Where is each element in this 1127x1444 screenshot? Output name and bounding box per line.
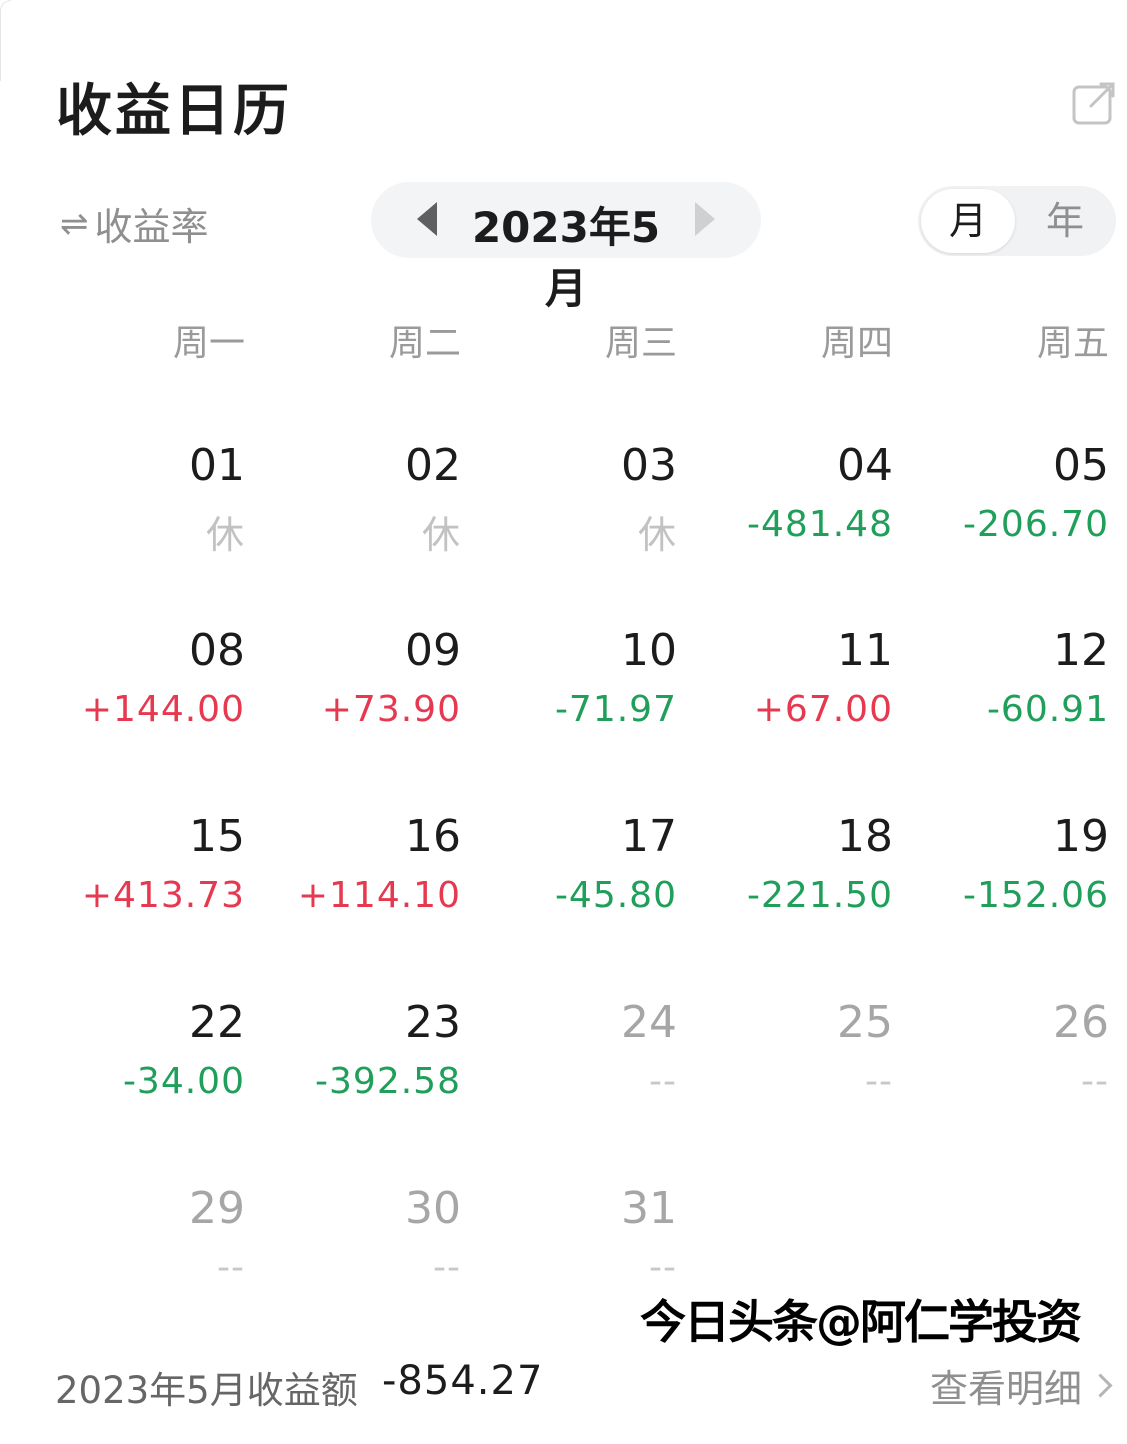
day-number[interactable]: 16 <box>261 811 461 862</box>
page-title: 收益日历 <box>56 79 292 144</box>
watermark: 今日头条@阿仁学投资 <box>640 1295 1082 1349</box>
current-month: 2023年5月 <box>471 203 661 313</box>
yield-rate-label: 收益率 <box>94 205 209 249</box>
segment-month[interactable]: 月 <box>921 189 1015 253</box>
day-profit-value: -392.58 <box>315 1061 461 1102</box>
day-number[interactable]: 02 <box>261 440 461 491</box>
weekday-label: 周一 <box>172 323 245 364</box>
swap-icon: ⇌ <box>60 203 89 244</box>
day-number[interactable]: 18 <box>693 811 893 862</box>
card-corner <box>0 0 11 81</box>
day-number[interactable]: 05 <box>909 440 1109 491</box>
day-number[interactable]: 23 <box>261 997 461 1048</box>
day-profit-value: 休 <box>637 513 677 557</box>
day-number[interactable]: 17 <box>477 811 677 862</box>
day-number[interactable]: 04 <box>693 440 893 491</box>
day-profit-value: -- <box>1081 1061 1109 1102</box>
day-number[interactable]: 15 <box>45 811 245 862</box>
day-number[interactable]: 19 <box>909 811 1109 862</box>
day-number[interactable]: 24 <box>477 997 677 1048</box>
total-label: 2023年5月收益额 <box>55 1369 358 1412</box>
day-profit-value: -481.48 <box>747 504 893 545</box>
weekday-label: 周三 <box>604 323 677 364</box>
day-number[interactable]: 31 <box>477 1183 677 1234</box>
day-profit-value: -71.97 <box>554 689 677 730</box>
day-number[interactable]: 30 <box>261 1183 461 1234</box>
day-profit-value: +73.90 <box>321 689 461 730</box>
view-details-label: 查看明细 <box>930 1367 1083 1411</box>
day-profit-value: +144.00 <box>81 689 245 730</box>
day-profit-value: -- <box>865 1061 893 1102</box>
day-number[interactable]: 10 <box>477 625 677 676</box>
day-profit-value: -- <box>433 1247 461 1288</box>
view-details-link[interactable]: 查看明细 <box>930 1358 1113 1413</box>
month-selector: 2023年5月 <box>371 182 761 313</box>
day-profit-value: -- <box>217 1247 245 1288</box>
segment-year[interactable]: 年 <box>1018 189 1112 253</box>
day-number[interactable]: 09 <box>261 625 461 676</box>
prev-month-icon[interactable] <box>417 202 437 236</box>
day-profit-value: 休 <box>205 513 245 557</box>
next-month-icon[interactable] <box>695 202 715 236</box>
day-profit-value: +114.10 <box>297 875 461 916</box>
day-profit-value: +413.73 <box>81 875 245 916</box>
day-number[interactable]: 29 <box>45 1183 245 1234</box>
chevron-right-icon <box>1088 1373 1113 1398</box>
day-profit-value: -60.91 <box>986 689 1109 730</box>
day-profit-value: 休 <box>421 513 461 557</box>
yield-rate-toggle[interactable]: ⇌ 收益率 <box>60 196 209 251</box>
period-segmented-control: 月 年 <box>918 186 1116 256</box>
day-number[interactable]: 12 <box>909 625 1109 676</box>
day-number[interactable]: 11 <box>693 625 893 676</box>
day-profit-value: -- <box>649 1061 677 1102</box>
day-profit-value: -- <box>649 1247 677 1288</box>
share-external-icon[interactable] <box>1071 80 1117 126</box>
day-number[interactable]: 22 <box>45 997 245 1048</box>
day-profit-value: -34.00 <box>122 1061 245 1102</box>
weekday-label: 周五 <box>1036 323 1109 364</box>
day-profit-value: -45.80 <box>554 875 677 916</box>
day-number[interactable]: 03 <box>477 440 677 491</box>
day-number[interactable]: 25 <box>693 997 893 1048</box>
day-profit-value: -221.50 <box>747 875 893 916</box>
day-number[interactable]: 01 <box>45 440 245 491</box>
day-profit-value: +67.00 <box>753 689 893 730</box>
day-profit-value: -152.06 <box>963 875 1109 916</box>
weekday-label: 周二 <box>388 323 461 364</box>
weekday-label: 周四 <box>820 323 893 364</box>
day-number[interactable]: 08 <box>45 625 245 676</box>
total-value: -854.27 <box>382 1358 544 1404</box>
day-number[interactable]: 26 <box>909 997 1109 1048</box>
day-profit-value: -206.70 <box>963 504 1109 545</box>
